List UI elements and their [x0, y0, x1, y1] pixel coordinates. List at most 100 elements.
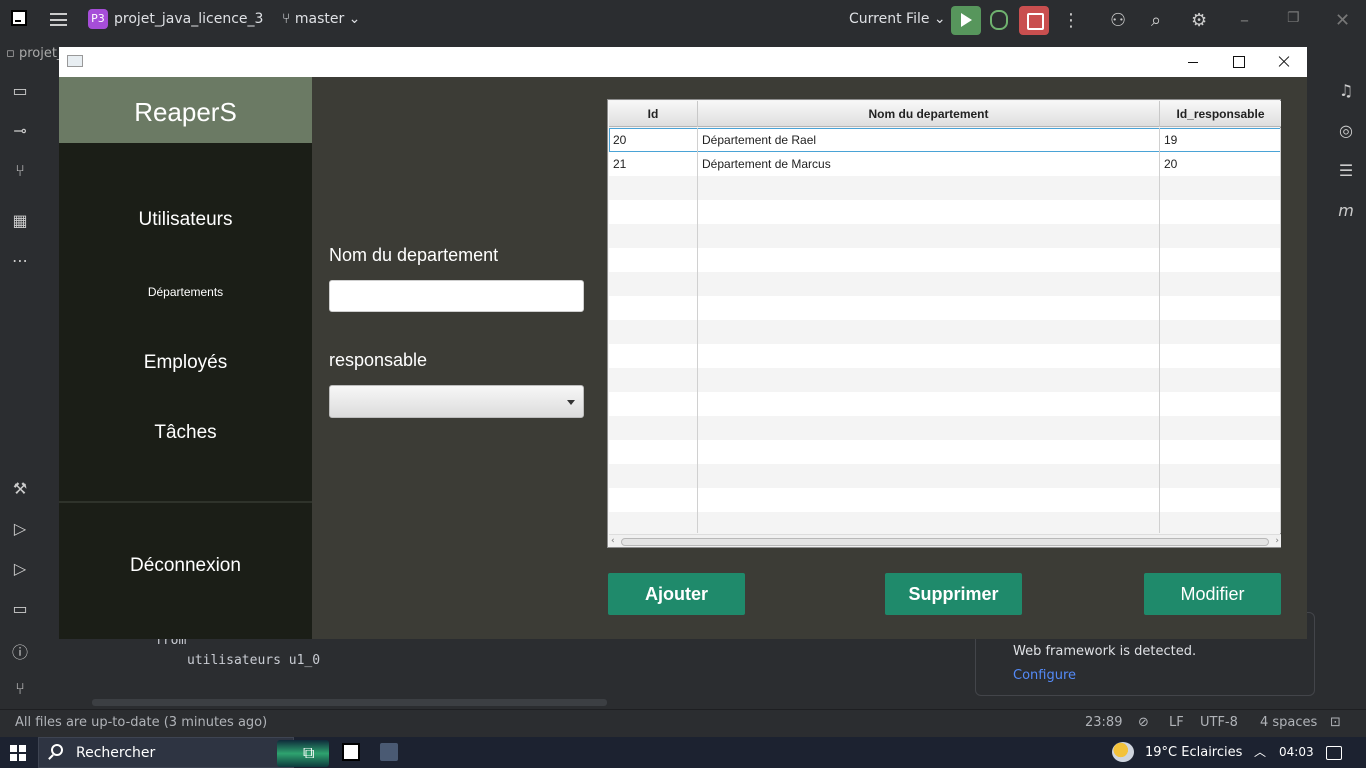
table-row-empty[interactable]	[609, 320, 1281, 344]
table-cell-manager_id[interactable]	[1160, 464, 1281, 488]
nav-utilisateurs[interactable]: Utilisateurs	[59, 209, 312, 231]
table-cell-name[interactable]	[698, 200, 1160, 224]
table-cell-name[interactable]	[698, 272, 1160, 296]
ai-assistant-icon[interactable]: ◎	[1336, 121, 1356, 140]
weather-icon[interactable]	[1112, 742, 1134, 762]
table-cell-id[interactable]	[609, 344, 698, 368]
maven-icon[interactable]: m	[1336, 201, 1356, 220]
table-row[interactable]: 20 Département de Rael 19	[609, 128, 1281, 152]
more-tools-icon[interactable]: ⋯	[10, 251, 30, 270]
table-cell-id[interactable]	[609, 272, 698, 296]
table-cell-manager_id[interactable]: 20	[1160, 152, 1281, 176]
rerun-button[interactable]	[951, 6, 981, 35]
table-cell-manager_id[interactable]	[1160, 320, 1281, 344]
tray-chevron-up-icon[interactable]: ︿	[1254, 743, 1272, 761]
debug-icon[interactable]	[990, 10, 1008, 30]
table-row-empty[interactable]	[609, 368, 1281, 392]
table-cell-name[interactable]	[698, 344, 1160, 368]
table-cell-name[interactable]	[698, 392, 1160, 416]
table-cell-id[interactable]	[609, 464, 698, 488]
table-cell-manager_id[interactable]	[1160, 392, 1281, 416]
table-cell-id[interactable]	[609, 440, 698, 464]
table-row-empty[interactable]	[609, 464, 1281, 488]
table-cell-manager_id[interactable]	[1160, 200, 1281, 224]
table-cell-name[interactable]: Département de Rael	[698, 128, 1160, 152]
manager-select[interactable]	[329, 385, 584, 418]
table-cell-manager_id[interactable]	[1160, 368, 1281, 392]
ide-maximize-icon[interactable]: ❐	[1287, 10, 1300, 26]
table-cell-manager_id[interactable]	[1160, 512, 1281, 533]
caret-position[interactable]: 23:89	[1085, 715, 1122, 730]
logout-button[interactable]: Déconnexion	[59, 555, 312, 577]
line-ending[interactable]: LF	[1169, 715, 1184, 730]
table-cell-manager_id[interactable]	[1160, 296, 1281, 320]
table-cell-id[interactable]	[609, 224, 698, 248]
department-name-input[interactable]	[329, 280, 584, 312]
table-row-empty[interactable]	[609, 392, 1281, 416]
table-row-empty[interactable]	[609, 512, 1281, 533]
editor-horizontal-scrollbar[interactable]	[92, 699, 607, 706]
table-row-empty[interactable]	[609, 176, 1281, 200]
editor-tab[interactable]: ▫ projet_	[6, 46, 63, 61]
ide-close-icon[interactable]: ✕	[1335, 10, 1350, 31]
minimize-button[interactable]	[1183, 52, 1203, 72]
git-icon[interactable]: ⑂	[10, 679, 30, 698]
table-row-empty[interactable]	[609, 272, 1281, 296]
stop-button[interactable]	[1019, 6, 1049, 35]
intellij-taskbar-icon[interactable]	[342, 743, 360, 761]
read-only-lock-icon[interactable]: ⊡	[1330, 715, 1341, 730]
add-user-icon[interactable]: ⚇	[1110, 10, 1126, 31]
pull-requests-icon[interactable]: ⑂	[10, 161, 30, 180]
clock[interactable]: 04:03	[1279, 745, 1314, 759]
windows-start-icon[interactable]	[10, 745, 26, 761]
table-cell-name[interactable]	[698, 464, 1160, 488]
table-row-empty[interactable]	[609, 488, 1281, 512]
table-cell-name[interactable]	[698, 512, 1160, 533]
table-cell-id[interactable]	[609, 248, 698, 272]
close-button[interactable]	[1274, 52, 1294, 72]
no-inspections-icon[interactable]: ⊘	[1138, 715, 1149, 730]
table-cell-id[interactable]	[609, 416, 698, 440]
table-cell-name[interactable]	[698, 224, 1160, 248]
table-horizontal-scrollbar[interactable]: ‹ ›	[609, 534, 1281, 547]
table-cell-id[interactable]	[609, 320, 698, 344]
configure-link[interactable]: Configure	[1013, 668, 1076, 683]
weather-text[interactable]: 19°C Eclaircies	[1145, 745, 1242, 760]
table-cell-name[interactable]: Département de Marcus	[698, 152, 1160, 176]
table-cell-manager_id[interactable]	[1160, 488, 1281, 512]
table-cell-manager_id[interactable]	[1160, 272, 1281, 296]
java-app-taskbar-icon[interactable]	[380, 743, 398, 761]
taskbar-search[interactable]: Rechercher	[38, 737, 329, 768]
table-row-empty[interactable]	[609, 440, 1281, 464]
table-cell-name[interactable]	[698, 368, 1160, 392]
table-cell-id[interactable]	[609, 176, 698, 200]
table-row-empty[interactable]	[609, 248, 1281, 272]
table-cell-name[interactable]	[698, 320, 1160, 344]
table-cell-name[interactable]	[698, 248, 1160, 272]
table-cell-id[interactable]	[609, 296, 698, 320]
table-cell-manager_id[interactable]	[1160, 176, 1281, 200]
table-cell-manager_id[interactable]	[1160, 416, 1281, 440]
project-badge[interactable]: P3	[88, 9, 108, 29]
indent-setting[interactable]: 4 spaces	[1260, 715, 1317, 730]
table-row[interactable]: 21 Département de Marcus 20	[609, 152, 1281, 176]
delete-button[interactable]: Supprimer	[885, 573, 1022, 615]
table-cell-id[interactable]	[609, 200, 698, 224]
structure-icon[interactable]: ▦	[10, 211, 30, 230]
notification-center-icon[interactable]	[1326, 746, 1342, 760]
table-cell-id[interactable]	[609, 488, 698, 512]
problems-icon[interactable]: ⓘ	[10, 639, 30, 662]
table-cell-name[interactable]	[698, 296, 1160, 320]
task-view-icon[interactable]: ⧉	[303, 743, 321, 762]
scroll-left-arrow-icon[interactable]: ‹	[611, 536, 615, 546]
database-icon[interactable]: ☰	[1336, 161, 1356, 180]
search-icon[interactable]: ⌕	[1151, 10, 1161, 31]
table-cell-manager_id[interactable]: 19	[1160, 128, 1281, 152]
commit-icon[interactable]: ⊸	[10, 121, 30, 140]
table-row-empty[interactable]	[609, 416, 1281, 440]
maximize-button[interactable]	[1228, 52, 1248, 72]
table-cell-id[interactable]: 21	[609, 152, 698, 176]
nav-taches[interactable]: Tâches	[59, 422, 312, 444]
intellij-logo-icon[interactable]	[11, 10, 27, 26]
table-cell-manager_id[interactable]	[1160, 440, 1281, 464]
